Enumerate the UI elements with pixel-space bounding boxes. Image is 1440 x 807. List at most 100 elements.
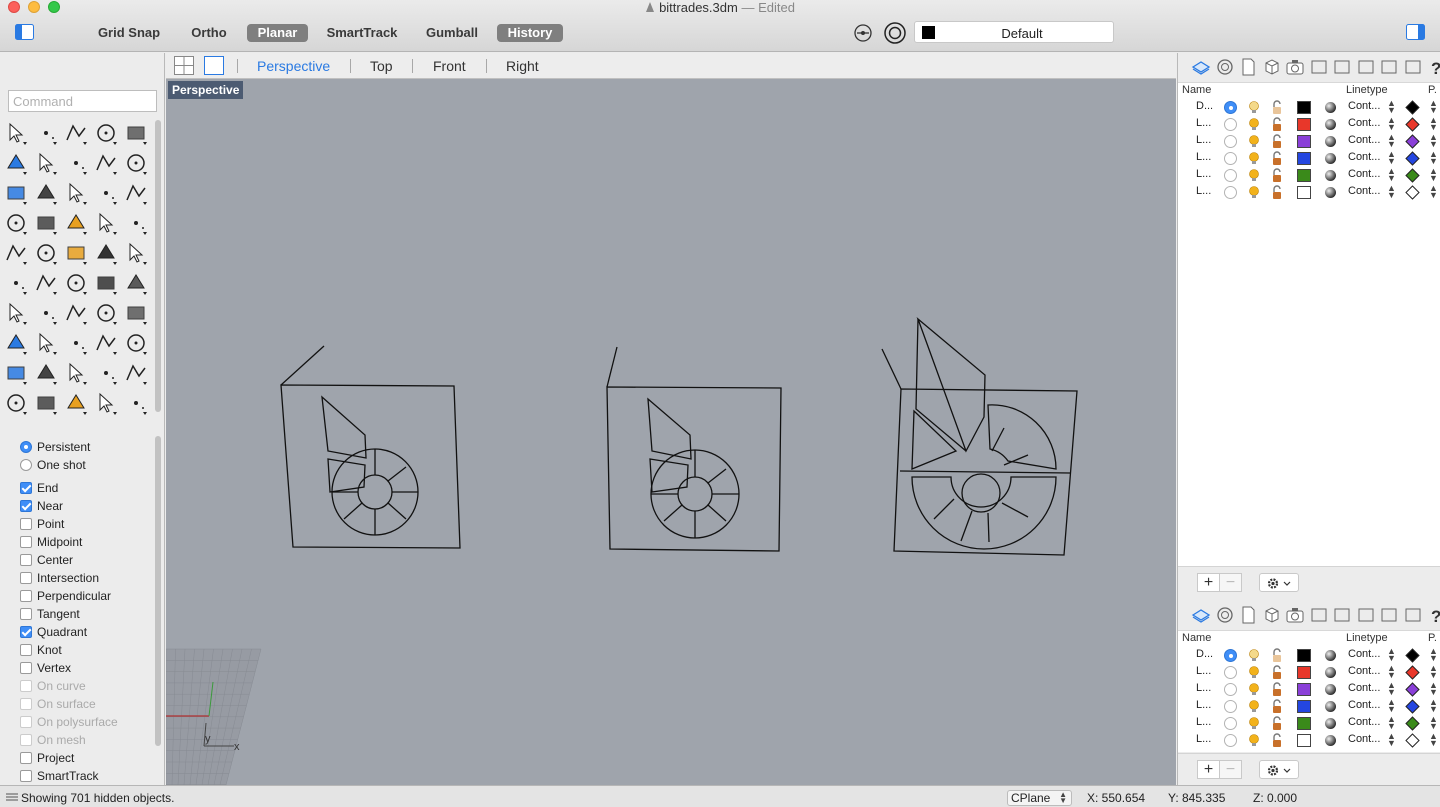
- blend-icon[interactable]: [93, 240, 119, 266]
- polygon-icon[interactable]: [93, 150, 119, 176]
- osnap-on-polysurface[interactable]: On polysurface: [20, 713, 118, 731]
- print-stepper-icon[interactable]: ▲ ▼: [1429, 99, 1438, 115]
- layer-material-icon[interactable]: [1324, 101, 1337, 114]
- zoom-extents-icon[interactable]: [93, 330, 119, 356]
- layer-current-radio[interactable]: [1224, 717, 1237, 730]
- linetype-stepper-icon[interactable]: ▲ ▼: [1387, 732, 1396, 748]
- layer-print-color-icon[interactable]: [1405, 185, 1420, 200]
- object-icon[interactable]: [1262, 57, 1282, 77]
- loft-icon[interactable]: [33, 180, 59, 206]
- layer-color-swatch[interactable]: [1297, 152, 1311, 165]
- tab-perspective[interactable]: Perspective: [257, 57, 330, 75]
- print-stepper-icon[interactable]: ▲ ▼: [1429, 647, 1438, 663]
- layer-color-swatch[interactable]: [1297, 734, 1311, 747]
- layer-visible-bulb-icon[interactable]: [1247, 117, 1261, 132]
- layer-material-icon[interactable]: [1324, 700, 1337, 713]
- layer-linetype[interactable]: Cont...: [1348, 117, 1380, 129]
- display-icon[interactable]: [1309, 57, 1329, 77]
- layer-lock-icon[interactable]: [1270, 151, 1284, 166]
- object-icon[interactable]: [1262, 605, 1282, 625]
- print-stepper-icon[interactable]: ▲ ▼: [1429, 133, 1438, 149]
- layer-lock-icon[interactable]: [1270, 648, 1284, 663]
- linetype-stepper-icon[interactable]: ▲ ▼: [1387, 698, 1396, 714]
- layer-current-radio[interactable]: [1224, 700, 1237, 713]
- osnap-checkbox[interactable]: [20, 554, 32, 566]
- document-icon[interactable]: [1238, 605, 1258, 625]
- camera-icon[interactable]: [1285, 605, 1305, 625]
- group-icon[interactable]: [33, 240, 59, 266]
- status-menu-icon[interactable]: [6, 793, 18, 801]
- osnap-project[interactable]: Project: [20, 749, 74, 767]
- layer-current-radio[interactable]: [1224, 649, 1237, 662]
- ortho-button[interactable]: Ortho: [185, 24, 233, 42]
- osnap-center[interactable]: Center: [20, 551, 73, 569]
- layer-linetype[interactable]: Cont...: [1348, 185, 1380, 197]
- camera-icon[interactable]: [1285, 57, 1305, 77]
- tool-palette-scrollbar[interactable]: [155, 120, 161, 412]
- osnap-perpendicular[interactable]: Perpendicular: [20, 587, 111, 605]
- print-stepper-icon[interactable]: ▲ ▼: [1429, 150, 1438, 166]
- analyze-icon[interactable]: [63, 300, 89, 326]
- check-icon[interactable]: [93, 300, 119, 326]
- layer-linetype[interactable]: Cont...: [1348, 151, 1380, 163]
- print-stepper-icon[interactable]: ▲ ▼: [1429, 116, 1438, 132]
- point-icon[interactable]: [33, 120, 59, 146]
- one-shot-radio[interactable]: [20, 459, 32, 471]
- mesh-icon[interactable]: [63, 360, 89, 386]
- fillet-icon[interactable]: [123, 150, 149, 176]
- layer-lock-icon[interactable]: [1270, 665, 1284, 680]
- layer-row[interactable]: D... Cont... ▲ ▼ ▲ ▼: [1178, 99, 1440, 116]
- osnap-checkbox[interactable]: [20, 770, 32, 782]
- osnap-checkbox[interactable]: [20, 500, 32, 512]
- filter-icon[interactable]: [853, 23, 873, 43]
- layers-icon[interactable]: [1191, 57, 1211, 77]
- layer-color-swatch[interactable]: [1297, 700, 1311, 713]
- osnap-checkbox[interactable]: [20, 590, 32, 602]
- explode-icon[interactable]: [63, 210, 89, 236]
- layer-row[interactable]: L... Cont... ▲ ▼ ▲ ▼: [1178, 681, 1440, 698]
- curve-icon[interactable]: [93, 120, 119, 146]
- layer-print-color-icon[interactable]: [1405, 733, 1420, 748]
- layer-lock-icon[interactable]: [1270, 100, 1284, 115]
- rectangle-icon[interactable]: [63, 150, 89, 176]
- perspective-viewport[interactable]: x y Perspective: [166, 79, 1176, 785]
- layer-material-icon[interactable]: [1324, 683, 1337, 696]
- layer-visible-bulb-icon[interactable]: [1247, 151, 1261, 166]
- osnap-on-surface[interactable]: On surface: [20, 695, 96, 713]
- osnap-checkbox[interactable]: [20, 608, 32, 620]
- osnap-knot[interactable]: Knot: [20, 641, 62, 659]
- layer-visible-bulb-icon[interactable]: [1247, 100, 1261, 115]
- layer-print-color-icon[interactable]: [1405, 648, 1420, 663]
- layer-material-icon[interactable]: [1324, 666, 1337, 679]
- layer-color-swatch[interactable]: [1297, 186, 1311, 199]
- render-sphere-icon[interactable]: [123, 390, 149, 416]
- four-viewports-icon[interactable]: [174, 56, 194, 75]
- linetype-stepper-icon[interactable]: ▲ ▼: [1387, 715, 1396, 731]
- cplane-select[interactable]: CPlane ▲ ▼: [1007, 790, 1072, 806]
- light-icon[interactable]: [93, 360, 119, 386]
- layer-lock-icon[interactable]: [1270, 117, 1284, 132]
- tab-top[interactable]: Top: [370, 57, 393, 75]
- window-icon[interactable]: [1379, 57, 1399, 77]
- layer-lock-icon[interactable]: [1270, 716, 1284, 731]
- layer-visible-bulb-icon[interactable]: [1247, 134, 1261, 149]
- layer-row[interactable]: L... Cont... ▲ ▼ ▲ ▼: [1178, 664, 1440, 681]
- layer-visible-bulb-icon[interactable]: [1247, 168, 1261, 183]
- layer-linetype[interactable]: Cont...: [1348, 699, 1380, 711]
- layer-print-color-icon[interactable]: [1405, 100, 1420, 115]
- zoom-window-icon[interactable]: [63, 330, 89, 356]
- layer-current-radio[interactable]: [1224, 186, 1237, 199]
- osnap-checkbox[interactable]: [20, 698, 32, 710]
- osnap-vertex[interactable]: Vertex: [20, 659, 71, 677]
- layer-visible-bulb-icon[interactable]: [1247, 733, 1261, 748]
- layer-row[interactable]: L... Cont... ▲ ▼ ▲ ▼: [1178, 698, 1440, 715]
- surface-icon[interactable]: [3, 180, 29, 206]
- transform-icon[interactable]: [3, 270, 29, 296]
- layer-current-radio[interactable]: [1224, 152, 1237, 165]
- layer-visible-bulb-icon[interactable]: [1247, 699, 1261, 714]
- history-button[interactable]: History: [497, 24, 563, 42]
- layer-current-radio[interactable]: [1224, 135, 1237, 148]
- layer-material-icon[interactable]: [1324, 734, 1337, 747]
- properties-icon[interactable]: [1215, 605, 1235, 625]
- split-icon[interactable]: [93, 210, 119, 236]
